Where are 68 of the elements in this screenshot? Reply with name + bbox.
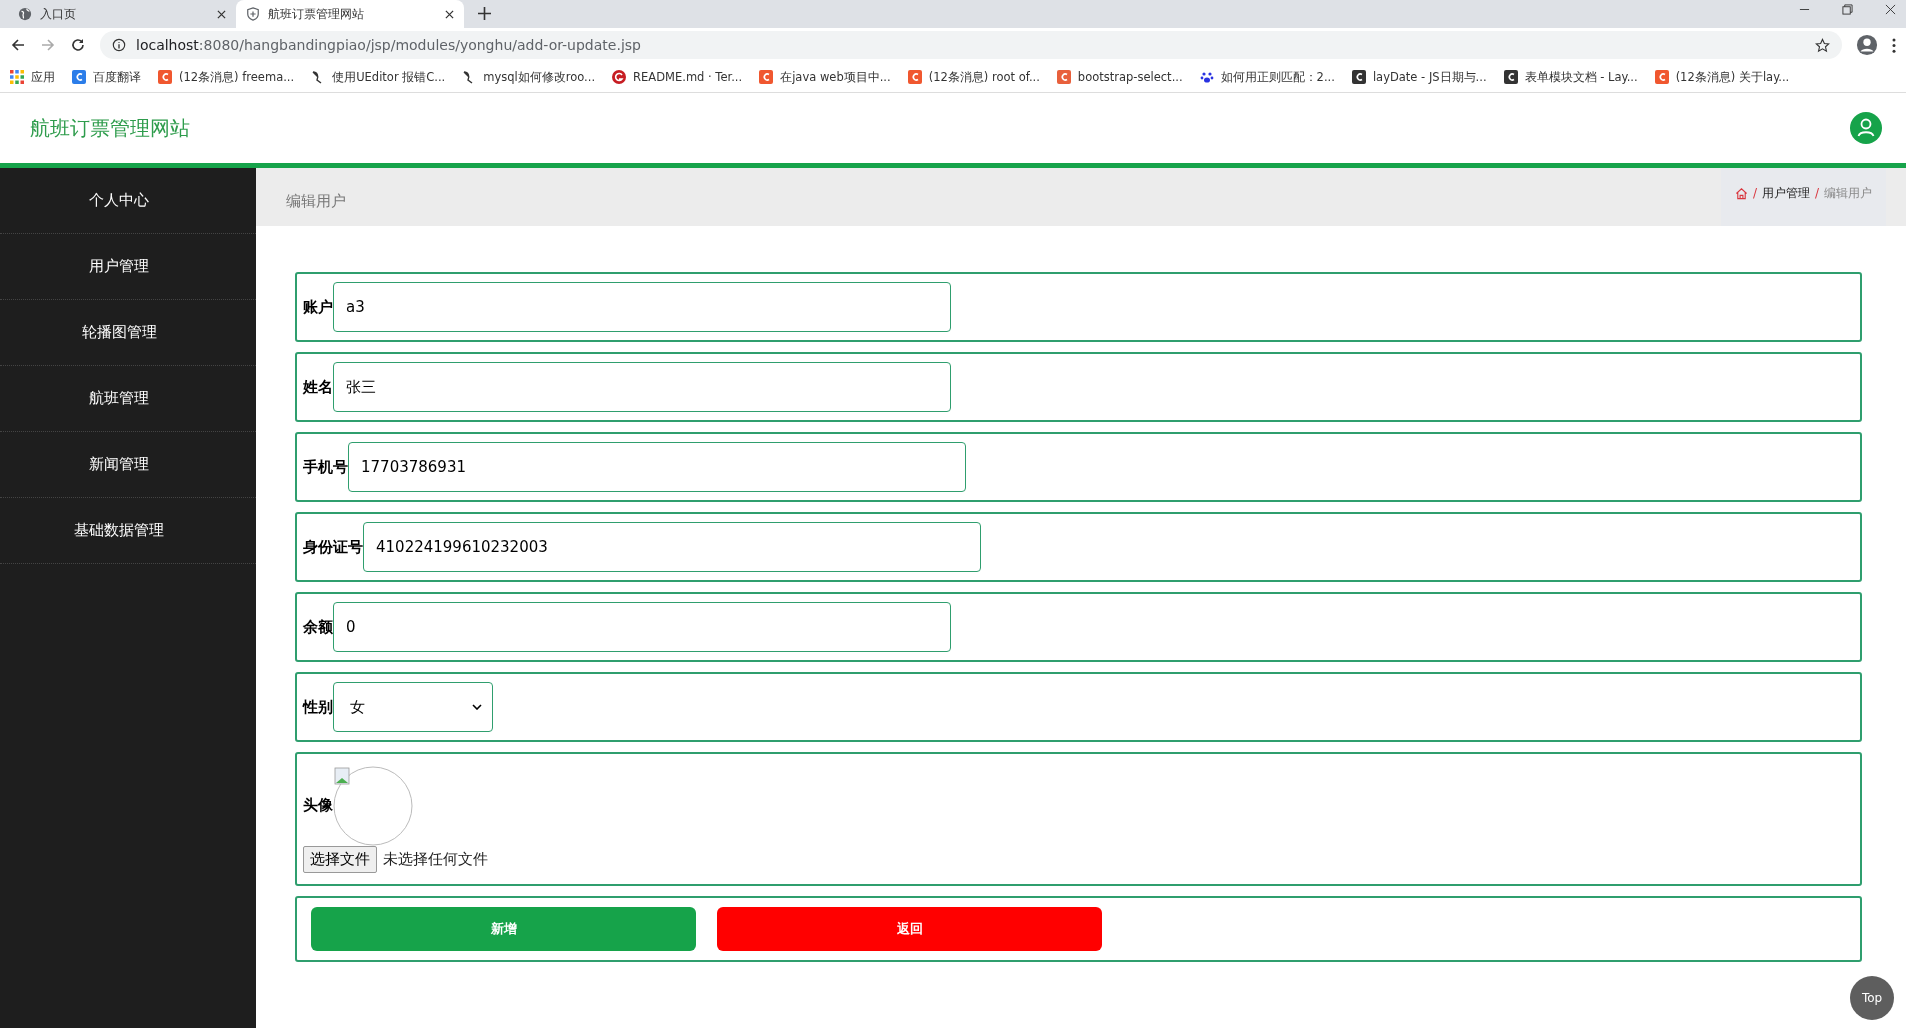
menu-icon[interactable] [1892, 37, 1896, 53]
site-icon [158, 70, 172, 84]
star-icon[interactable] [1815, 37, 1830, 53]
bookmark[interactable]: mysql如何修改roo... [462, 69, 596, 85]
back-icon[interactable] [10, 37, 26, 53]
site-icon [1056, 70, 1071, 84]
close-icon[interactable] [217, 9, 226, 19]
input-field[interactable]: 410224199610232003 [363, 522, 981, 572]
input-field[interactable]: 0 [333, 602, 951, 652]
browser-tab[interactable]: 航班订票管理网站 [236, 0, 464, 28]
globe-icon [18, 7, 32, 21]
site-icon [907, 70, 922, 84]
bookmark[interactable]: 如何用正则匹配：2... [1199, 69, 1335, 85]
close-icon[interactable] [445, 9, 454, 19]
breadcrumb-item: 编辑用户 [1824, 184, 1872, 202]
bookmark[interactable]: (12条消息) freema... [158, 69, 295, 85]
field-label: 余额 [303, 617, 333, 637]
restore-icon[interactable] [1842, 4, 1853, 15]
choose-file-button[interactable]: 选择文件 [303, 845, 377, 873]
field-label: 姓名 [303, 377, 333, 397]
bookmark[interactable]: 应用 [10, 69, 55, 85]
close-icon[interactable] [1885, 4, 1896, 15]
bookmark[interactable]: 在java web项目中... [759, 69, 891, 85]
bookmark[interactable]: bootstrap-select... [1056, 70, 1183, 84]
bookmark[interactable]: (12条消息) 关于lay... [1654, 69, 1790, 85]
input-field[interactable]: 张三 [333, 362, 951, 412]
bookmark[interactable]: layDate - JS日期与... [1351, 69, 1487, 85]
user-icon[interactable] [1850, 112, 1882, 144]
profile-icon[interactable] [1856, 34, 1878, 56]
field-label: 手机号 [303, 457, 348, 477]
info-icon [112, 38, 126, 52]
reload-icon[interactable] [70, 37, 86, 53]
apps-grid-icon [10, 70, 24, 84]
page-title: 编辑用户 [286, 190, 346, 211]
back-button[interactable]: 返回 [717, 907, 1102, 951]
field-label: 性别 [303, 697, 333, 717]
browser-tab[interactable]: 入口页 [8, 0, 236, 28]
site-icon [759, 70, 774, 84]
site-icon [1351, 70, 1366, 84]
input-field[interactable]: 17703786931 [348, 442, 966, 492]
file-status: 未选择任何文件 [383, 849, 488, 869]
bookmark[interactable]: 使用UEditor 报错C... [311, 69, 446, 85]
new-tab-icon[interactable] [478, 7, 491, 20]
field-label: 身份证号 [303, 537, 363, 557]
bookmark[interactable]: 表单模块文档 - Lay... [1503, 69, 1638, 85]
select-field[interactable]: 女 [333, 682, 493, 732]
home-icon[interactable] [1734, 186, 1748, 200]
bookmark[interactable]: (12条消息) root of... [907, 69, 1040, 85]
breadcrumb-separator: / [1814, 186, 1819, 200]
tab-title: 入口页 [40, 5, 77, 23]
tab-title: 航班订票管理网站 [268, 5, 365, 23]
site-icon [1654, 70, 1669, 84]
bookmark[interactable]: 百度翻译 [72, 69, 141, 85]
breadcrumb-item[interactable]: 用户管理 [1761, 184, 1810, 202]
bookmark[interactable]: README.md · Ter... [612, 70, 743, 84]
paw-icon [1199, 70, 1214, 84]
site-icon [72, 70, 86, 84]
site-icon [1503, 70, 1518, 84]
site-title: 航班订票管理网站 [30, 114, 190, 142]
shield-icon [246, 7, 260, 21]
field-label: 头像 [303, 796, 333, 815]
address-bar[interactable]: localhost:8080/hangbandingpiao/jsp/modules/yonghu/add-or-update.jsp [100, 31, 1842, 59]
input-field[interactable]: a3 [333, 282, 951, 332]
logo-icon [612, 70, 627, 84]
url-text: localhost:8080/hangbandingpiao/jsp/modules/yonghu/add-or-update.jsp [136, 37, 642, 53]
field-label: 账户 [303, 297, 333, 317]
chevron-down-icon [472, 704, 482, 710]
breadcrumb-separator: / [1752, 186, 1757, 200]
